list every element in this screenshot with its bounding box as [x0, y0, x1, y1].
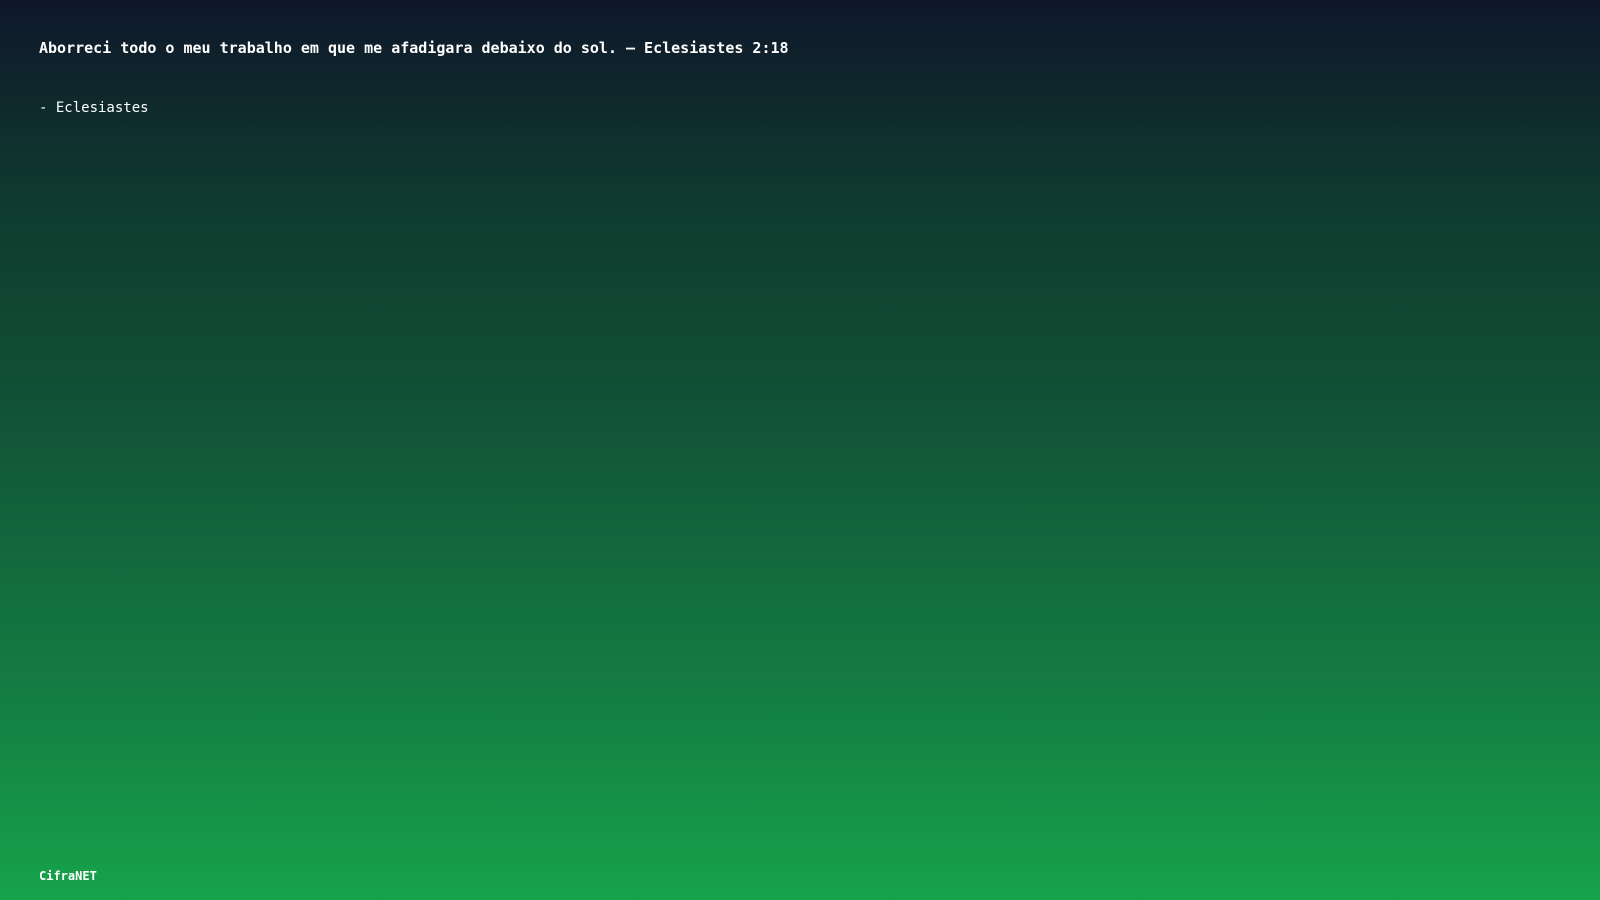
quote-text: Aborreci todo o meu trabalho em que me a…: [39, 39, 789, 57]
brand-label: CifraNET: [39, 869, 97, 883]
quote-author: - Eclesiastes: [39, 100, 149, 116]
